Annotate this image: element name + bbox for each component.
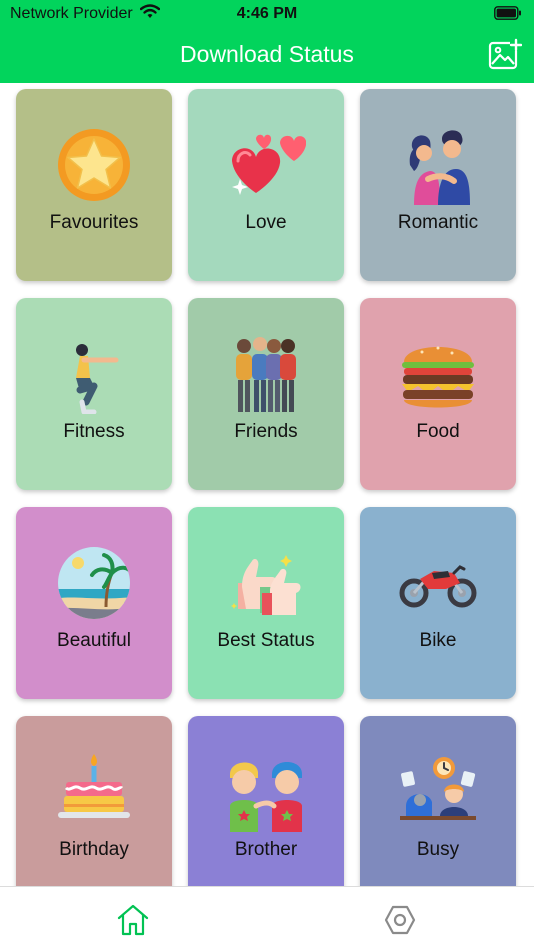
category-grid: Favourites Love Romantic Fitness Friends… bbox=[0, 83, 534, 886]
category-label: Favourites bbox=[49, 212, 139, 233]
busy-worker-icon bbox=[400, 757, 476, 820]
settings-hexagon-icon[interactable] bbox=[383, 903, 417, 937]
home-icon[interactable] bbox=[116, 903, 150, 937]
thumbs-up-icon bbox=[231, 555, 301, 615]
beach-palm-icon bbox=[58, 547, 130, 619]
category-card-favourites[interactable]: Favourites bbox=[16, 89, 172, 281]
couple-icon bbox=[409, 130, 470, 205]
category-label: Friends bbox=[234, 421, 298, 442]
category-card-busy[interactable]: Busy bbox=[360, 716, 516, 886]
category-label: Birthday bbox=[59, 839, 129, 860]
category-label: Best Status bbox=[217, 630, 315, 651]
category-card-beautiful[interactable]: Beautiful bbox=[16, 507, 172, 699]
category-card-love[interactable]: Love bbox=[188, 89, 344, 281]
cake-icon bbox=[58, 754, 130, 818]
category-card-romantic[interactable]: Romantic bbox=[360, 89, 516, 281]
star-icon bbox=[58, 129, 130, 201]
category-label: Beautiful bbox=[57, 630, 131, 651]
category-label: Busy bbox=[416, 839, 460, 860]
category-label: Romantic bbox=[397, 212, 479, 233]
category-label: Brother bbox=[234, 839, 298, 860]
bottom-tab-bar bbox=[0, 886, 534, 951]
clock: 4:46 PM bbox=[236, 5, 298, 22]
status-bar: Network Provider 4:46 PM bbox=[0, 0, 534, 28]
category-card-birthday[interactable]: Birthday bbox=[16, 716, 172, 886]
category-label: Food bbox=[416, 421, 460, 442]
category-card-fitness[interactable]: Fitness bbox=[16, 298, 172, 490]
brothers-icon bbox=[230, 762, 302, 832]
category-card-food[interactable]: Food bbox=[360, 298, 516, 490]
category-card-brother[interactable]: Brother bbox=[188, 716, 344, 886]
category-card-friends[interactable]: Friends bbox=[188, 298, 344, 490]
app-bar: Download Status bbox=[0, 28, 534, 83]
category-label: Bike bbox=[419, 630, 457, 651]
category-label: Fitness bbox=[63, 421, 125, 442]
hearts-icon bbox=[232, 134, 306, 195]
burger-icon bbox=[402, 346, 474, 408]
add-image-icon[interactable] bbox=[488, 38, 522, 72]
page-title: Download Status bbox=[180, 41, 354, 67]
category-label: Love bbox=[245, 212, 287, 233]
category-card-best-status[interactable]: Best Status bbox=[188, 507, 344, 699]
battery-icon bbox=[494, 6, 521, 20]
motorbike-icon bbox=[399, 565, 477, 608]
squat-person-icon bbox=[76, 344, 119, 414]
category-card-bike[interactable]: Bike bbox=[360, 507, 516, 699]
friends-group-icon bbox=[236, 337, 296, 412]
